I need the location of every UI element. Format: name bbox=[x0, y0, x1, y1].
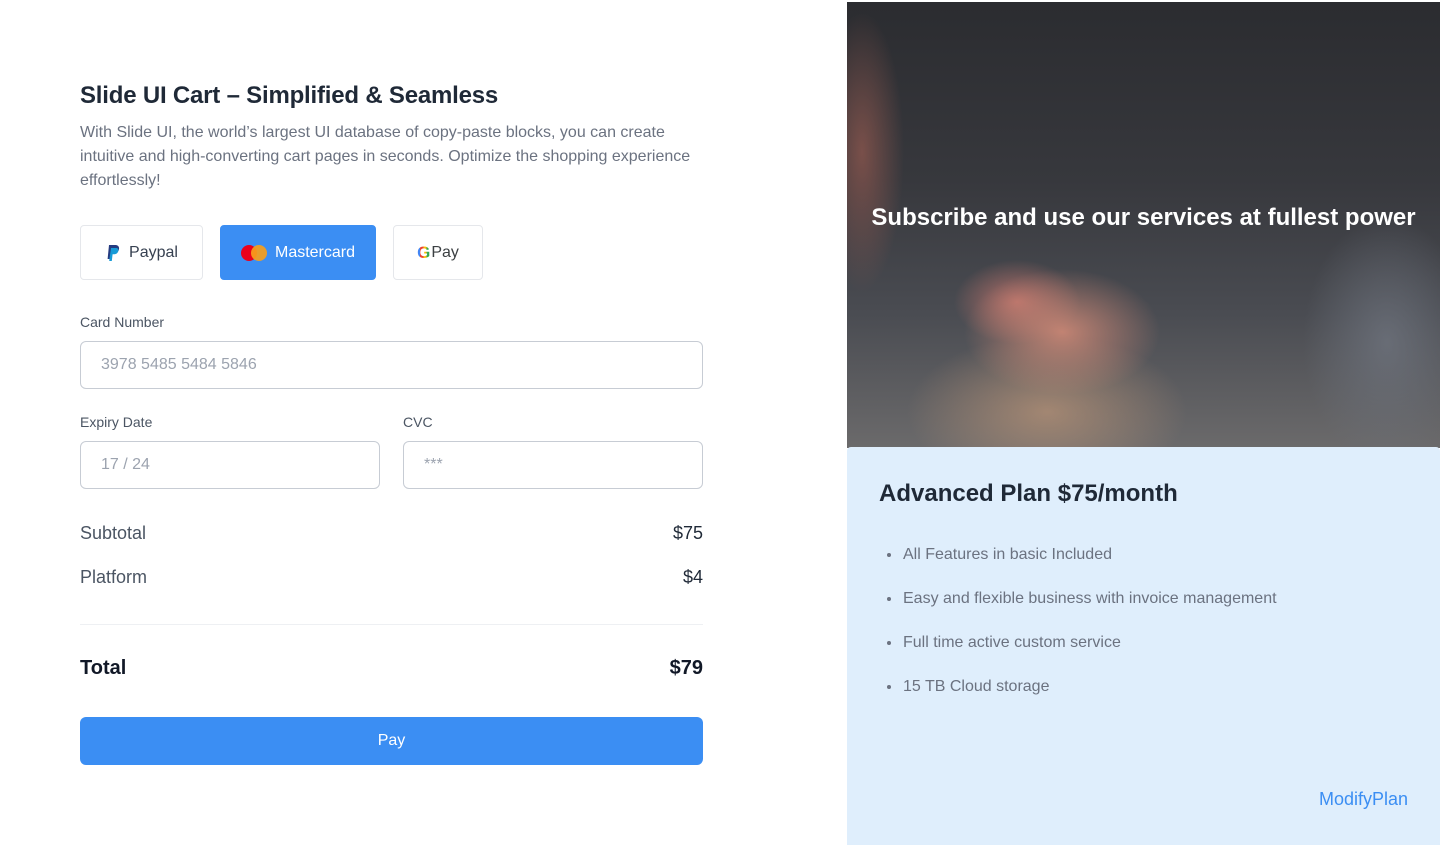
platform-label: Platform bbox=[80, 567, 148, 587]
card-number-label: Card Number bbox=[80, 314, 165, 330]
subtotal-row: Subtotal $75 bbox=[80, 523, 703, 544]
google-pay-button[interactable]: G Pay bbox=[393, 225, 483, 280]
card-number-input[interactable] bbox=[80, 341, 703, 389]
platform-value: $4 bbox=[682, 567, 703, 587]
cvc-input[interactable] bbox=[403, 441, 703, 489]
feature-text: All Features in basic Included bbox=[903, 546, 1112, 563]
plan-card: Advanced Plan $75/month All Features in … bbox=[847, 447, 1440, 845]
platform-row: Platform $4 bbox=[80, 567, 703, 588]
bullet-icon bbox=[887, 685, 891, 689]
page-description: With Slide UI, the world’s largest UI da… bbox=[80, 124, 691, 189]
google-pay-label: Pay bbox=[431, 243, 459, 261]
mastercard-icon bbox=[240, 244, 267, 261]
plan-title: Advanced Plan $75/month bbox=[879, 480, 1178, 507]
list-item: Easy and flexible business with invoice … bbox=[887, 587, 1277, 631]
page-title: Slide UI Cart – Simplified & Seamless bbox=[80, 82, 499, 109]
expiry-date-input[interactable] bbox=[80, 441, 380, 489]
plan-panel: Subscribe and use our services at fulles… bbox=[847, 0, 1440, 845]
paypal-label: Paypal bbox=[129, 243, 178, 261]
feature-text: 15 TB Cloud storage bbox=[903, 678, 1050, 695]
google-pay-icon: G Pay bbox=[417, 242, 459, 262]
total-row: Total $79 bbox=[80, 657, 703, 680]
bullet-icon bbox=[887, 597, 891, 601]
summary-divider bbox=[80, 624, 703, 625]
subtotal-label: Subtotal bbox=[80, 523, 147, 543]
bullet-icon bbox=[887, 553, 891, 557]
total-label: Total bbox=[80, 657, 127, 679]
total-value: $79 bbox=[669, 657, 703, 679]
paypal-button[interactable]: Paypal bbox=[80, 225, 203, 280]
list-item: Full time active custom service bbox=[887, 631, 1277, 675]
cvc-label: CVC bbox=[403, 414, 433, 430]
pay-button[interactable]: Pay bbox=[80, 717, 703, 765]
plan-features: All Features in basic Included Easy and … bbox=[887, 543, 1277, 719]
mastercard-label: Mastercard bbox=[274, 243, 356, 261]
hero-image: Subscribe and use our services at fulles… bbox=[847, 2, 1440, 448]
list-item: 15 TB Cloud storage bbox=[887, 675, 1277, 719]
modify-plan-link[interactable]: ModifyPlan bbox=[1319, 789, 1408, 810]
feature-text: Easy and flexible business with invoice … bbox=[903, 590, 1277, 607]
subtotal-value: $75 bbox=[672, 523, 703, 543]
expiry-date-label: Expiry Date bbox=[80, 414, 153, 430]
hero-headline: Subscribe and use our services at fulles… bbox=[871, 204, 1416, 231]
mastercard-button[interactable]: Mastercard bbox=[220, 225, 376, 280]
paypal-icon bbox=[105, 244, 121, 262]
list-item: All Features in basic Included bbox=[887, 543, 1277, 587]
checkout-page: Slide UI Cart – Simplified & Seamless Wi… bbox=[0, 0, 1440, 845]
bullet-icon bbox=[887, 641, 891, 645]
feature-text: Full time active custom service bbox=[903, 634, 1121, 651]
